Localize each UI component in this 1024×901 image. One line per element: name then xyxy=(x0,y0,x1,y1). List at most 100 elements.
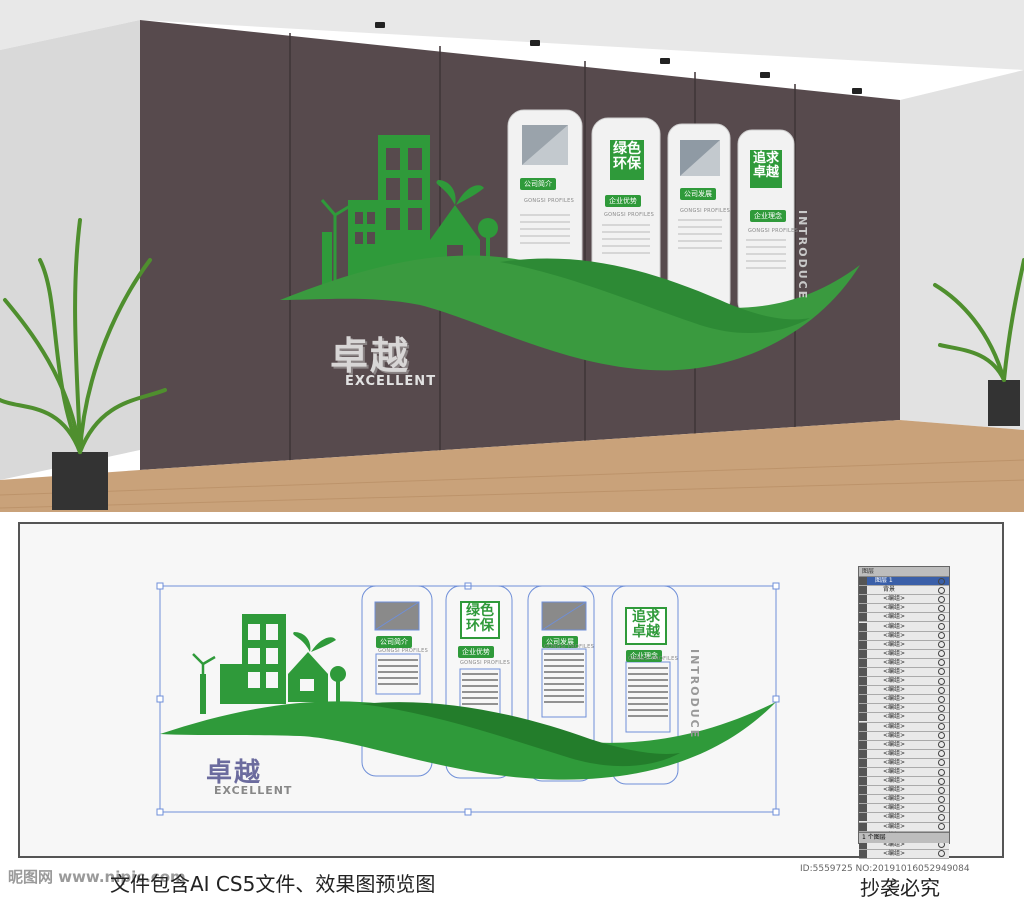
eye-icon[interactable] xyxy=(859,731,867,740)
eye-icon[interactable] xyxy=(859,749,867,758)
layer-row-group[interactable]: <编组> xyxy=(859,786,949,796)
layer-row-group[interactable]: <编组> xyxy=(859,640,949,650)
eye-icon[interactable] xyxy=(859,613,867,622)
target-icon[interactable] xyxy=(938,704,945,712)
eye-icon[interactable] xyxy=(859,768,867,777)
layer-row-group[interactable]: <编组> xyxy=(859,758,949,768)
layer-row-group[interactable]: <编组> xyxy=(859,731,949,741)
layer-row-group[interactable]: <编组> xyxy=(859,604,949,614)
target-icon[interactable] xyxy=(938,577,945,585)
eye-icon[interactable] xyxy=(859,667,867,676)
layer-row-group[interactable]: <编组> xyxy=(859,677,949,687)
target-icon[interactable] xyxy=(938,850,945,858)
wall-render: 卓越 EXCELLENT INTRODUCE 绿色 环保 追求 卓越 公司简介 … xyxy=(0,0,1024,512)
layer-row-group[interactable]: <编组> xyxy=(859,622,949,632)
eye-icon[interactable] xyxy=(859,622,867,631)
layer-row-group[interactable]: <编组> xyxy=(859,795,949,805)
eye-icon[interactable] xyxy=(859,822,867,831)
target-icon[interactable] xyxy=(938,823,945,831)
layer-label: <编组> xyxy=(883,713,906,721)
target-icon[interactable] xyxy=(938,759,945,767)
layer-row-group[interactable]: <编组> xyxy=(859,722,949,732)
eye-icon[interactable] xyxy=(859,595,867,604)
target-icon[interactable] xyxy=(938,641,945,649)
layer-row-group[interactable]: <编组> xyxy=(859,695,949,705)
eye-icon[interactable] xyxy=(859,849,867,858)
target-icon[interactable] xyxy=(938,732,945,740)
layer-row-group[interactable]: <编组> xyxy=(859,777,949,787)
target-icon[interactable] xyxy=(938,768,945,776)
layer-row-group[interactable]: <编组> xyxy=(859,658,949,668)
target-icon[interactable] xyxy=(938,677,945,685)
eye-icon[interactable] xyxy=(859,631,867,640)
wall-panel-2-sub: GONGSI PROFILES xyxy=(604,212,655,218)
target-icon[interactable] xyxy=(938,659,945,667)
target-icon[interactable] xyxy=(938,650,945,658)
eye-icon[interactable] xyxy=(859,586,867,595)
layer-row-group[interactable]: <编组> xyxy=(859,822,949,832)
layers-panel-tab[interactable]: 图层 xyxy=(859,567,949,577)
layer-row-group[interactable]: <编组> xyxy=(859,849,949,859)
eye-icon[interactable] xyxy=(859,804,867,813)
layer-row-top[interactable]: 图层 1 xyxy=(859,577,949,587)
layer-row-group[interactable]: <编组> xyxy=(859,686,949,696)
layer-label: <编组> xyxy=(883,677,906,685)
target-icon[interactable] xyxy=(938,604,945,612)
target-icon[interactable] xyxy=(938,613,945,621)
layer-row-group[interactable]: <编组> xyxy=(859,813,949,823)
eye-icon[interactable] xyxy=(859,649,867,658)
eye-icon[interactable] xyxy=(859,777,867,786)
target-icon[interactable] xyxy=(938,595,945,603)
layer-label: <编组> xyxy=(883,822,906,830)
target-icon[interactable] xyxy=(938,813,945,821)
eye-icon[interactable] xyxy=(859,695,867,704)
target-icon[interactable] xyxy=(938,623,945,631)
eye-icon[interactable] xyxy=(859,658,867,667)
eye-icon[interactable] xyxy=(859,786,867,795)
eye-icon[interactable] xyxy=(859,604,867,613)
layer-row-group[interactable]: <编组> xyxy=(859,749,949,759)
target-icon[interactable] xyxy=(938,713,945,721)
wall-panel-2-title: 绿色 环保 xyxy=(613,141,641,172)
eye-icon[interactable] xyxy=(859,577,867,586)
eye-icon[interactable] xyxy=(859,795,867,804)
target-icon[interactable] xyxy=(938,723,945,731)
layers-panel[interactable]: 图层 图层 1 背景 <编组> <编组> <编组> <编组> <编组> <编组> <编组> <… xyxy=(858,566,950,859)
layer-row-group[interactable]: <编组> xyxy=(859,767,949,778)
eye-icon[interactable] xyxy=(859,704,867,713)
blueprint-headline-en: EXCELLENT xyxy=(214,784,293,797)
eye-icon[interactable] xyxy=(859,686,867,695)
target-icon[interactable] xyxy=(938,686,945,694)
eye-icon[interactable] xyxy=(859,713,867,722)
layer-label: <编组> xyxy=(883,740,906,748)
target-icon[interactable] xyxy=(938,795,945,803)
layer-row-group[interactable]: <编组> xyxy=(859,631,949,641)
layer-row-background[interactable]: 背景 xyxy=(859,586,949,596)
eye-icon[interactable] xyxy=(859,758,867,767)
target-icon[interactable] xyxy=(938,741,945,749)
layer-label: <编组> xyxy=(883,813,906,821)
layer-label: <编组> xyxy=(883,640,906,648)
layer-row-group[interactable]: <编组> xyxy=(859,667,949,678)
layer-row-group[interactable]: <编组> xyxy=(859,649,949,659)
layer-label: <编组> xyxy=(883,631,906,639)
target-icon[interactable] xyxy=(938,586,945,594)
eye-icon[interactable] xyxy=(859,722,867,731)
layer-row-group[interactable]: <编组> xyxy=(859,595,949,605)
target-icon[interactable] xyxy=(938,777,945,785)
eye-icon[interactable] xyxy=(859,813,867,822)
target-icon[interactable] xyxy=(938,632,945,640)
eye-icon[interactable] xyxy=(859,640,867,649)
layer-row-group[interactable]: <编组> xyxy=(859,740,949,750)
eye-icon[interactable] xyxy=(859,740,867,749)
eye-icon[interactable] xyxy=(859,677,867,686)
layer-label: <编组> xyxy=(883,849,906,857)
layer-label: <编组> xyxy=(883,658,906,666)
target-icon[interactable] xyxy=(938,668,945,676)
target-icon[interactable] xyxy=(938,804,945,812)
layer-row-group[interactable]: <编组> xyxy=(859,613,949,623)
target-icon[interactable] xyxy=(938,786,945,794)
target-icon[interactable] xyxy=(938,695,945,703)
layer-row-group[interactable]: <编组> xyxy=(859,713,949,723)
target-icon[interactable] xyxy=(938,750,945,758)
